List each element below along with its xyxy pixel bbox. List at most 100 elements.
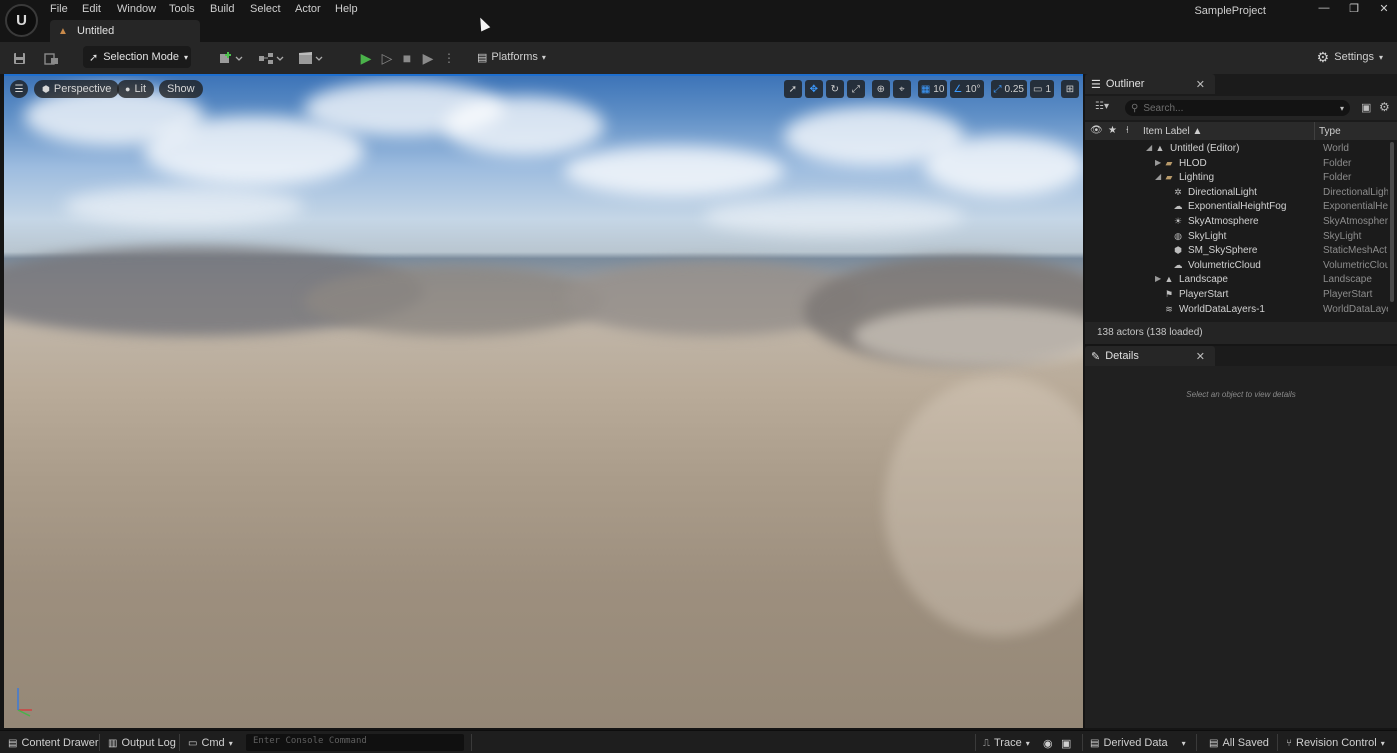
console-command-input[interactable]: Enter Console Command (246, 734, 464, 751)
divider (471, 734, 472, 751)
row-label: VolumetricCloud (1188, 259, 1261, 271)
menu-window[interactable]: Window (117, 3, 156, 17)
outliner-row[interactable]: ▶ ▰ HLOD Folder (1085, 157, 1390, 172)
outliner-row[interactable]: ☀ SkyAtmosphere SkyAtmospher (1085, 215, 1390, 230)
outliner-row[interactable]: ☁ VolumetricCloud VolumetricClou (1085, 259, 1390, 274)
expanded-arrow-icon[interactable]: ◢ (1146, 143, 1152, 152)
outliner-row[interactable]: ▶ ▲ Landscape Landscape (1085, 273, 1390, 288)
main-toolbar: ➚ Selection Mode ▾ ▶ ▷ ■ ▶ ⋮ ▤ Platforms… (0, 42, 1397, 74)
outliner-scrollbar[interactable] (1390, 142, 1394, 302)
sky-cloud (564, 146, 784, 196)
outliner-row[interactable]: ◢ ▰ Lighting Folder (1085, 171, 1390, 186)
expanded-arrow-icon[interactable]: ◢ (1155, 172, 1161, 181)
scale-tool-icon[interactable]: ⤢ (846, 80, 865, 98)
viewport-layout-icon[interactable]: ⊞ (1061, 80, 1079, 98)
cinematics-icon[interactable] (297, 48, 325, 68)
camera-speed-button[interactable]: ▭ 1 (1029, 80, 1054, 98)
settings-dropdown[interactable]: ⚙ Settings ▾ (1317, 46, 1383, 68)
translate-tool-icon[interactable]: ✥ (804, 80, 823, 98)
close-window-icon[interactable]: ✕ (1369, 2, 1397, 18)
screenshot-icon[interactable]: ▣ (1061, 735, 1071, 751)
menu-help[interactable]: Help (335, 3, 358, 17)
menu-tools[interactable]: Tools (169, 3, 195, 17)
chevron-down-icon[interactable]: ▾ (1340, 104, 1344, 113)
item-label-column[interactable]: Item Label ▲ (1143, 126, 1202, 137)
outliner-row[interactable]: ◍ SkyLight SkyLight (1085, 230, 1390, 245)
menu-edit[interactable]: Edit (82, 3, 101, 17)
trace-dropdown[interactable]: ⎍ Trace ▾ (983, 735, 1030, 751)
perspective-button[interactable]: ⬢ Perspective (34, 80, 120, 98)
world-space-icon[interactable]: ⊕ (871, 80, 890, 98)
pin-icon[interactable]: ⍿ (1126, 125, 1129, 136)
revision-control-dropdown[interactable]: ⑂ Revision Control ▾ (1286, 735, 1385, 751)
content-drawer-button[interactable]: ▤ Content Drawer (8, 735, 99, 751)
show-button[interactable]: Show (159, 80, 203, 98)
save-all-button[interactable]: ▤ All Saved (1209, 735, 1269, 751)
row-label: HLOD (1179, 157, 1207, 169)
landscape-dune (304, 266, 604, 336)
data-layers-icon: ≋ (1165, 303, 1173, 314)
outliner-search-input[interactable]: ⚲ Search... ▾ (1125, 100, 1350, 116)
row-type: Landscape (1323, 274, 1372, 286)
viewport-menu-icon[interactable]: ☰ (10, 80, 28, 98)
cmd-dropdown[interactable]: ▭ Cmd ▾ (188, 735, 233, 751)
rotation-snap-value: 10° (965, 83, 981, 95)
axis-gizmo-icon (17, 688, 32, 717)
visibility-icon[interactable]: 👁 (1090, 125, 1103, 136)
search-icon: ⚲ (1131, 102, 1139, 114)
level-viewport[interactable]: ☰ ⬢ Perspective ● Lit Show ➚ ✥ ↻ ⤢ ⊕ ⌖ ▦… (4, 74, 1083, 728)
unreal-logo-icon[interactable]: U (5, 4, 38, 37)
star-icon[interactable]: ★ (1108, 125, 1117, 136)
chevron-down-icon: ▾ (1181, 738, 1186, 748)
restore-icon[interactable]: ❐ (1339, 2, 1369, 18)
add-actor-icon[interactable] (217, 48, 245, 68)
platforms-dropdown[interactable]: ▤ Platforms ▾ (477, 46, 546, 68)
menu-actor[interactable]: Actor (295, 3, 321, 17)
outliner-row[interactable]: ☁ ExponentialHeightFog ExponentialHei (1085, 200, 1390, 215)
details-tab[interactable]: ✎ Details ✕ (1085, 346, 1215, 366)
outliner-tab[interactable]: ☰ Outliner ✕ (1085, 74, 1215, 94)
more-options-icon[interactable]: ⋮ (440, 48, 458, 68)
save-icon[interactable] (10, 48, 28, 68)
output-log-button[interactable]: ▥ Output Log (108, 735, 176, 751)
record-icon[interactable]: ◉ (1043, 735, 1053, 751)
close-icon[interactable]: ✕ (1196, 78, 1205, 91)
rotation-snap-button[interactable]: ∠ 10° (950, 80, 984, 98)
outliner-actor-count: 138 actors (138 loaded) (1085, 322, 1397, 344)
menu-build[interactable]: Build (210, 3, 234, 17)
collapsed-arrow-icon[interactable]: ▶ (1155, 158, 1161, 167)
menu-select[interactable]: Select (250, 3, 281, 17)
blueprints-icon[interactable] (257, 48, 285, 68)
divider (1196, 734, 1197, 751)
play-icon[interactable]: ▶ (357, 48, 375, 68)
advance-frame-icon[interactable]: ▷ (378, 48, 396, 68)
menu-file[interactable]: File (50, 3, 68, 17)
scale-snap-button[interactable]: ⤢ 0.25 (990, 80, 1027, 98)
fog-icon: ☁ (1173, 201, 1183, 212)
add-folder-icon[interactable]: ▣ (1361, 101, 1371, 114)
rotate-tool-icon[interactable]: ↻ (825, 80, 844, 98)
browse-level-icon[interactable] (42, 48, 60, 68)
selection-mode-dropdown[interactable]: ➚ Selection Mode ▾ (83, 46, 191, 68)
level-document-tab[interactable]: ▲ Untitled (50, 20, 200, 42)
minimize-icon[interactable]: — (1309, 2, 1339, 18)
derived-data-dropdown[interactable]: ▤ Derived Data ▾ (1090, 735, 1186, 751)
collapsed-arrow-icon[interactable]: ▶ (1155, 274, 1161, 283)
close-icon[interactable]: ✕ (1196, 350, 1205, 363)
outliner-row[interactable]: ✲ DirectionalLight DirectionalLigh (1085, 186, 1390, 201)
outliner-row[interactable]: ⚑ PlayerStart PlayerStart (1085, 288, 1390, 303)
scale-snap-value: 0.25 (1004, 83, 1024, 95)
filter-icon[interactable]: ☷▾ (1095, 101, 1109, 112)
surface-snap-icon[interactable]: ⌖ (892, 80, 911, 98)
gear-icon[interactable]: ⚙ (1379, 100, 1390, 114)
play-options-icon[interactable]: ▶ (419, 48, 437, 68)
select-tool-icon[interactable]: ➚ (783, 80, 802, 98)
outliner-row[interactable]: ≋ WorldDataLayers-1 WorldDataLaye (1085, 303, 1390, 318)
grid-snap-button[interactable]: ▦ 10 (917, 80, 948, 98)
outliner-row[interactable]: ⬢ SM_SkySphere StaticMeshAct (1085, 244, 1390, 259)
chevron-down-icon: ▾ (1380, 738, 1385, 748)
stop-icon[interactable]: ■ (398, 48, 416, 68)
lit-mode-button[interactable]: ● Lit (117, 80, 155, 98)
outliner-row[interactable]: ◢ ▲ Untitled (Editor) World (1085, 142, 1390, 157)
type-column[interactable]: Type (1319, 126, 1341, 137)
